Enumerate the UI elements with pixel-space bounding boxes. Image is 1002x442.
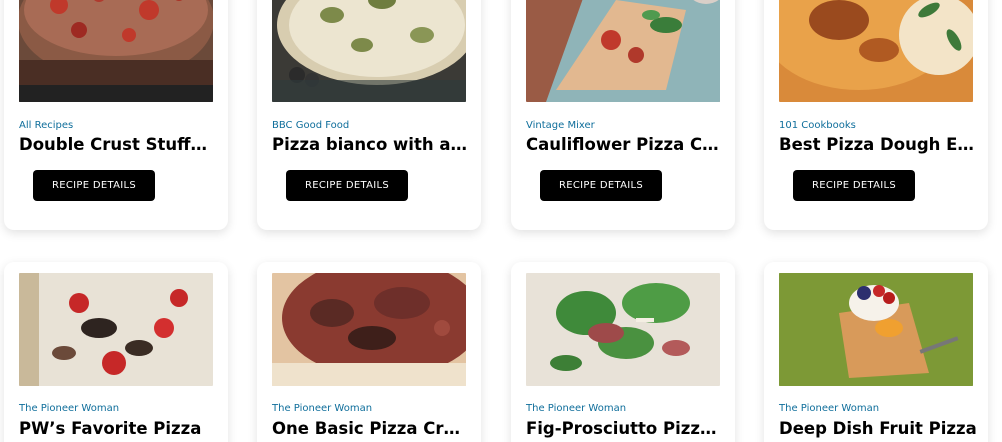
recipe-source: 101 Cookbooks: [779, 120, 856, 131]
recipe-card[interactable]: The Pioneer Woman Deep Dish Fruit Pizza: [764, 262, 988, 442]
recipe-title[interactable]: Double Crust Stuffed Pizza: [19, 135, 217, 154]
recipe-card[interactable]: Vintage Mixer Cauliflower Pizza Crust RE…: [511, 0, 735, 230]
recipe-card[interactable]: 101 Cookbooks Best Pizza Dough Ever RECI…: [764, 0, 988, 230]
recipe-title[interactable]: One Basic Pizza Crust: [272, 419, 470, 438]
artichoke-pizza-photo[interactable]: [272, 0, 466, 102]
recipe-title[interactable]: Deep Dish Fruit Pizza: [779, 419, 977, 438]
recipe-title[interactable]: Cauliflower Pizza Crust: [526, 135, 724, 154]
recipe-card[interactable]: The Pioneer Woman One Basic Pizza Crust: [257, 262, 481, 442]
recipe-title[interactable]: Best Pizza Dough Ever: [779, 135, 977, 154]
fruit-pizza-photo[interactable]: [779, 273, 973, 386]
pizza-dough-photo[interactable]: [779, 0, 973, 102]
recipe-source: The Pioneer Woman: [526, 403, 627, 414]
basic-crust-photo[interactable]: [272, 273, 466, 386]
recipe-card[interactable]: The Pioneer Woman PW’s Favorite Pizza: [4, 262, 228, 442]
stuffed-pizza-photo[interactable]: [19, 0, 213, 102]
recipe-source: BBC Good Food: [272, 120, 350, 131]
recipe-source: The Pioneer Woman: [779, 403, 880, 414]
fig-prosciutto-photo[interactable]: [526, 273, 720, 386]
recipe-source: The Pioneer Woman: [272, 403, 373, 414]
recipe-details-button[interactable]: RECIPE DETAILS: [286, 170, 408, 201]
cauliflower-pizza-photo[interactable]: [526, 0, 720, 102]
recipe-grid: All Recipes Double Crust Stuffed Pizza R…: [0, 0, 1002, 442]
recipe-source: The Pioneer Woman: [19, 403, 120, 414]
recipe-details-button[interactable]: RECIPE DETAILS: [540, 170, 662, 201]
favorite-pizza-photo[interactable]: [19, 273, 213, 386]
recipe-card[interactable]: The Pioneer Woman Fig-Prosciutto Pizza w…: [511, 262, 735, 442]
recipe-source: All Recipes: [19, 120, 74, 131]
recipe-details-button[interactable]: RECIPE DETAILS: [33, 170, 155, 201]
recipe-details-button[interactable]: RECIPE DETAILS: [793, 170, 915, 201]
recipe-card[interactable]: All Recipes Double Crust Stuffed Pizza R…: [4, 0, 228, 230]
recipe-card[interactable]: BBC Good Food Pizza bianco with artichok…: [257, 0, 481, 230]
recipe-source: Vintage Mixer: [526, 120, 595, 131]
recipe-title[interactable]: Fig-Prosciutto Pizza with Arugula: [526, 419, 724, 438]
recipe-title[interactable]: Pizza bianco with artichoke hearts: [272, 135, 470, 154]
recipe-title[interactable]: PW’s Favorite Pizza: [19, 419, 217, 438]
